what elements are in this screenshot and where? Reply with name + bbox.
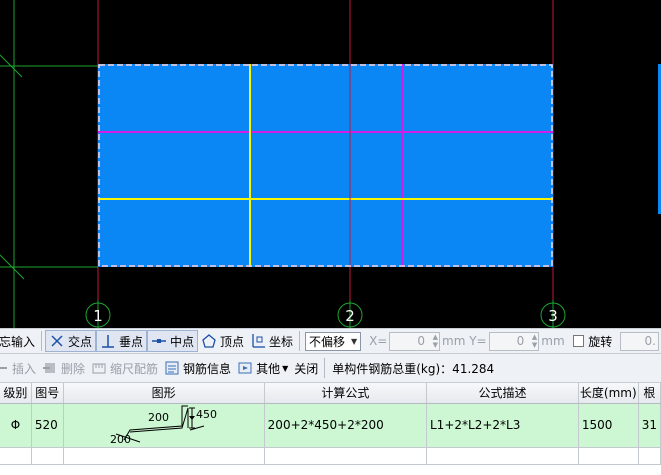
offset-select-value: 不偏移 — [309, 334, 346, 349]
toolbar-separator — [324, 358, 326, 378]
canvas-svg: 1 2 3 — [0, 0, 661, 328]
slab-region[interactable] — [98, 64, 553, 267]
snap-coordinate-button[interactable]: 坐标 — [247, 330, 296, 352]
column-header-grade[interactable]: 级别 — [0, 383, 32, 404]
axis-label-1: 1 — [93, 307, 103, 325]
snap-perpendicular-button[interactable]: 垂点 — [96, 330, 148, 352]
snap-toolbar: 忘输入 交点 垂点 中点 顶点 坐标 不偏移 ▼ X= 0 ▲ ▼ mm Y= … — [0, 328, 661, 354]
column-header-length[interactable]: 长度(mm) — [578, 383, 639, 404]
y-coordinate-value: 0 — [516, 333, 525, 348]
vertex-icon — [201, 333, 217, 349]
rotate-angle-input[interactable]: 0. — [620, 331, 659, 351]
cell-description[interactable]: L1+2*L2+2*L3 — [426, 403, 579, 448]
y-coordinate-label: mm Y= — [442, 334, 487, 348]
rebar-grid: 级别 图号 图形 计算公式 公式描述 长度(mm) 根 Φ 520 200 45… — [0, 383, 661, 465]
chevron-down-icon: ▼ — [351, 336, 358, 346]
delete-label: 删除 — [61, 361, 86, 376]
insert-button[interactable]: 插入 — [0, 357, 39, 379]
table-row[interactable]: Φ 520 200 450 200 200+2*450+2*200 L1+2*L… — [0, 403, 661, 448]
rebar-toolbar: 插入 删除 缩尺配筋 钢筋信息 其他 ▼ 关闭 单构件钢筋总重(kg)：41.2… — [0, 354, 661, 383]
cell-shape-no[interactable]: 520 — [31, 403, 64, 448]
column-header-count[interactable]: 根 — [638, 383, 661, 404]
snap-intersection-label: 交点 — [67, 334, 92, 349]
midpoint-icon — [151, 333, 167, 349]
offset-select[interactable]: 不偏移 ▼ — [305, 331, 362, 351]
intersection-icon — [49, 333, 65, 349]
rebar-info-icon — [164, 360, 180, 376]
shape-dim-1: 200 — [148, 411, 169, 424]
snap-perpendicular-label: 垂点 — [119, 334, 144, 349]
snap-midpoint-label: 中点 — [170, 334, 195, 349]
rotate-angle-value: 0. — [644, 333, 656, 348]
axis-label-2: 2 — [345, 307, 355, 325]
x-coordinate-label: X= — [369, 334, 388, 348]
delete-icon — [42, 360, 58, 376]
toolbar-separator — [41, 331, 42, 351]
insert-icon — [0, 360, 9, 376]
rebar-shape-diagram: 200 450 200 — [110, 405, 217, 446]
ruler-rebar-button[interactable]: 缩尺配筋 — [88, 357, 161, 379]
empty-cell[interactable] — [264, 447, 428, 465]
empty-cell[interactable] — [638, 447, 661, 465]
unit-label: mm — [541, 334, 565, 348]
shape-dim-2: 450 — [196, 408, 217, 421]
snap-coordinate-label: 坐标 — [269, 334, 294, 349]
other-menu-button[interactable]: 其他 ▼ — [234, 357, 291, 379]
total-weight-label: 单构件钢筋总重(kg)：41.284 — [332, 361, 495, 376]
dynamic-input-label: 忘输入 — [0, 334, 36, 349]
drawing-canvas[interactable]: 1 2 3 — [0, 0, 661, 328]
empty-cell[interactable] — [0, 447, 32, 465]
snap-vertex-label: 顶点 — [220, 334, 245, 349]
spin-arrows-icon: ▲ ▼ — [432, 332, 439, 349]
shape-dim-3: 200 — [110, 433, 131, 444]
column-header-description[interactable]: 公式描述 — [426, 383, 579, 404]
other-icon — [237, 360, 253, 376]
empty-cell[interactable] — [31, 447, 64, 465]
cell-count[interactable]: 31 — [638, 403, 661, 448]
ruler-rebar-label: 缩尺配筋 — [110, 361, 159, 376]
cell-grade[interactable]: Φ — [0, 403, 32, 448]
cell-formula[interactable]: 200+2*450+2*200 — [264, 403, 428, 448]
x-coordinate-value: 0 — [417, 333, 426, 348]
column-header-shape-no[interactable]: 图号 — [31, 383, 64, 404]
empty-cell[interactable] — [426, 447, 579, 465]
empty-cell[interactable] — [63, 447, 265, 465]
rebar-info-label: 钢筋信息 — [183, 361, 232, 376]
rebar-info-button[interactable]: 钢筋信息 — [161, 357, 234, 379]
spin-arrows-icon: ▲ ▼ — [531, 332, 538, 349]
ruler-icon — [91, 360, 107, 376]
snap-midpoint-button[interactable]: 中点 — [147, 330, 199, 352]
rotate-checkbox[interactable] — [572, 335, 585, 347]
rotate-label: 旋转 — [588, 334, 613, 349]
other-menu-label: 其他 — [256, 361, 281, 376]
cell-length[interactable]: 1500 — [578, 403, 639, 448]
cell-shape[interactable]: 200 450 200 — [63, 403, 265, 448]
close-label: 关闭 — [294, 361, 319, 376]
axis-label-3: 3 — [548, 307, 558, 325]
column-header-shape[interactable]: 图形 — [63, 383, 265, 404]
empty-cell[interactable] — [578, 447, 639, 465]
delete-button[interactable]: 删除 — [39, 357, 88, 379]
x-coordinate-input[interactable]: 0 ▲ ▼ — [389, 331, 441, 351]
toolbar-separator — [299, 331, 301, 351]
rebar-table: 级别 图号 图形 计算公式 公式描述 长度(mm) 根 Φ 520 200 45… — [0, 383, 661, 475]
column-header-formula[interactable]: 计算公式 — [264, 383, 428, 404]
y-coordinate-input[interactable]: 0 ▲ ▼ — [488, 331, 540, 351]
table-row-empty[interactable] — [0, 447, 661, 465]
table-header-row: 级别 图号 图形 计算公式 公式描述 长度(mm) 根 — [0, 383, 661, 404]
chevron-down-icon: ▼ — [282, 363, 289, 373]
close-button[interactable]: 关闭 — [291, 357, 321, 379]
insert-label: 插入 — [12, 361, 37, 376]
dynamic-input-button[interactable]: 忘输入 — [0, 330, 38, 352]
perpendicular-icon — [100, 333, 116, 349]
snap-vertex-button[interactable]: 顶点 — [198, 330, 247, 352]
snap-intersection-button[interactable]: 交点 — [44, 330, 96, 352]
coordinate-icon — [250, 333, 266, 349]
